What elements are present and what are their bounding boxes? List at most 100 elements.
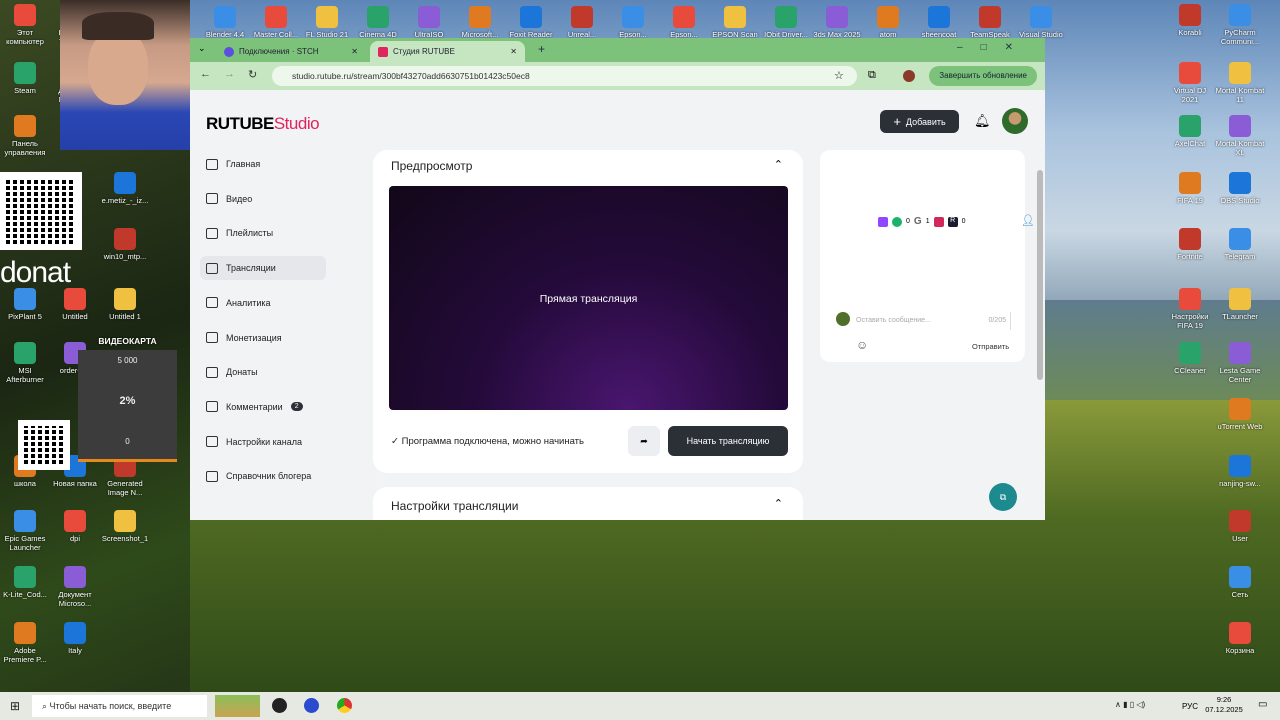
desktop-icon[interactable]: Mortal Kombat 11 — [1215, 62, 1265, 104]
desktop-icon[interactable]: sheencoat — [914, 6, 964, 39]
desktop-icon[interactable]: UltraISO — [404, 6, 454, 39]
page-scrollbar[interactable] — [1037, 170, 1043, 380]
update-button[interactable]: Завершить обновление — [929, 66, 1037, 86]
video-preview[interactable]: Прямая трансляция — [389, 186, 788, 410]
desktop-icon[interactable]: Настройки FIFA 19 — [1165, 288, 1215, 330]
desktop-icon[interactable]: Панель управления — [0, 115, 50, 157]
back-icon[interactable]: ← — [200, 68, 211, 80]
desktop-icon[interactable]: Epson... — [608, 6, 658, 39]
search-box[interactable]: ⌕ Чтобы начать поиск, введите — [32, 695, 207, 717]
sidebar-item[interactable]: Комментарии 2 — [200, 395, 326, 419]
desktop-icon[interactable]: Untitled — [50, 288, 100, 321]
desktop-icon[interactable]: 3ds Max 2025 — [812, 6, 862, 39]
desktop-icon[interactable]: Сеть — [1215, 566, 1265, 599]
sidebar-item[interactable]: Монетизация — [200, 326, 326, 350]
user-avatar[interactable] — [1002, 108, 1028, 134]
extensions-icon[interactable]: ⧉ — [868, 69, 876, 82]
sidebar-item[interactable]: Донаты — [200, 360, 326, 384]
desktop-icon[interactable]: nanjing-sw... — [1215, 455, 1265, 488]
desktop-icon[interactable]: Epic Games Launcher — [0, 510, 50, 552]
add-button[interactable]: + Добавить — [880, 110, 959, 133]
sidebar-item[interactable]: Плейлисты — [200, 221, 326, 245]
chrome-icon[interactable] — [337, 698, 352, 713]
desktop-icon[interactable]: CCleaner — [1165, 342, 1215, 375]
profile-avatar[interactable] — [903, 70, 915, 82]
url-input[interactable]: studio.rutube.ru/stream/300bf43270add663… — [272, 66, 857, 86]
desktop-icon[interactable]: K-Lite_Cod... — [0, 566, 50, 599]
taskbar-app-icon[interactable] — [272, 698, 287, 713]
sidebar-item[interactable]: Справочник блогера — [200, 464, 326, 488]
desktop-icon[interactable]: Telegram — [1215, 228, 1265, 261]
desktop-icon[interactable]: Steam — [0, 62, 50, 95]
sidebar-item[interactable]: Аналитика — [200, 291, 326, 315]
collapse-chevron-icon[interactable]: ⌃ — [774, 497, 783, 510]
desktop-icon[interactable]: Cinema 4D — [353, 6, 403, 39]
desktop-icon[interactable]: Adobe Premiere P... — [0, 622, 50, 664]
emoji-icon[interactable]: ☺ — [856, 338, 868, 352]
desktop-icon[interactable]: EPSON Scan — [710, 6, 760, 39]
tab-search-icon[interactable]: ⌄ — [198, 43, 206, 54]
support-chat-button[interactable]: ⧉ — [989, 483, 1017, 511]
forward-icon[interactable]: → — [224, 68, 235, 80]
desktop-icon[interactable]: Master Coll... — [251, 6, 301, 39]
window-controls[interactable]: –□✕ — [957, 42, 1031, 53]
start-stream-button[interactable]: Начать трансляцию — [668, 426, 788, 456]
notifications-icon[interactable]: ▭ — [1258, 699, 1267, 710]
sidebar-item[interactable]: Настройки канала — [200, 430, 326, 454]
desktop-icon[interactable]: IObit Driver... — [761, 6, 811, 39]
bookmark-star-icon[interactable]: ☆ — [834, 69, 844, 82]
collapse-chevron-icon[interactable]: ⌃ — [774, 158, 783, 171]
desktop-icon[interactable]: Screenshot_1 — [100, 510, 150, 543]
desktop-icon[interactable]: dpi — [50, 510, 100, 543]
tray-icons[interactable]: ∧ ▮ ▯ ◁) — [1115, 700, 1145, 709]
desktop-icon[interactable]: Blender 4.4 — [200, 6, 250, 39]
clock[interactable]: 9:26 07.12.2025 — [1200, 695, 1248, 715]
desktop-icon[interactable]: e.metiz_-_iz... — [100, 172, 150, 205]
desktop-icon[interactable]: PyCharm Communi... — [1215, 4, 1265, 46]
sidebar-item[interactable]: Главная — [200, 152, 326, 176]
desktop-icon[interactable]: Корзина — [1215, 622, 1265, 655]
desktop-icon[interactable]: OBS Studio — [1215, 172, 1265, 205]
share-button[interactable]: ➦ — [628, 426, 660, 456]
viewers-icon[interactable]: 👤︎ — [1021, 214, 1035, 227]
close-icon[interactable]: ✕ — [351, 47, 358, 56]
desktop-icon[interactable]: Italy — [50, 622, 100, 655]
rutube-logo[interactable]: RUTUBEStudio — [206, 114, 320, 134]
reload-icon[interactable]: ↻ — [248, 68, 257, 81]
desktop-icon[interactable]: atom — [863, 6, 913, 39]
desktop-icon[interactable]: win10_mtp... — [100, 228, 150, 261]
desktop-icon[interactable]: Документ Microso... — [50, 566, 100, 608]
desktop-icon[interactable]: Foxit Reader — [506, 6, 556, 39]
desktop-icon[interactable]: Visual Studio — [1016, 6, 1066, 39]
desktop-icon[interactable]: User — [1215, 510, 1265, 543]
desktop-icon[interactable]: TeamSpeak — [965, 6, 1015, 39]
desktop-icon[interactable]: Korabli — [1165, 4, 1215, 37]
desktop-icon[interactable]: Lesta Game Center — [1215, 342, 1265, 384]
weather-widget[interactable] — [215, 695, 260, 717]
sidebar-item[interactable]: Трансляции — [200, 256, 326, 281]
desktop-icon[interactable]: Этот компьютер — [0, 4, 50, 46]
desktop-icon[interactable]: Epson... — [659, 6, 709, 39]
desktop-icon[interactable]: uTorrent Web — [1215, 398, 1265, 431]
send-button[interactable]: Отправить — [972, 342, 1009, 351]
desktop-icon[interactable]: PixPlant 5 — [0, 288, 50, 321]
new-tab-icon[interactable]: + — [538, 42, 545, 56]
desktop-icon[interactable]: FIFA 19 — [1165, 172, 1215, 205]
tab-connections[interactable]: Подключения · STCH ✕ — [216, 41, 366, 62]
desktop-icon[interactable]: Virtual DJ 2021 — [1165, 62, 1215, 104]
bell-icon[interactable]: 🔔︎ — [974, 113, 991, 129]
start-icon[interactable]: ⊞ — [10, 699, 20, 713]
desktop-icon[interactable]: Mortal Kombat XL — [1215, 115, 1265, 157]
sidebar-item[interactable]: Видео — [200, 187, 326, 211]
desktop-icon[interactable]: FL Studio 21 — [302, 6, 352, 39]
taskbar-app-icon[interactable] — [304, 698, 319, 713]
desktop-icon[interactable]: Untitled 1 — [100, 288, 150, 321]
chat-message-input[interactable]: Оставить сообщение... 0/205 — [856, 312, 1011, 330]
desktop-icon[interactable]: TLauncher — [1215, 288, 1265, 321]
desktop-icon[interactable]: AxelChat — [1165, 115, 1215, 148]
close-icon[interactable]: ✕ — [510, 47, 517, 56]
desktop-icon[interactable]: MSI Afterburner — [0, 342, 50, 384]
tab-rutube-studio[interactable]: Студия RUTUBE ✕ — [370, 41, 525, 62]
desktop-icon[interactable]: Fortnite — [1165, 228, 1215, 261]
language-indicator[interactable]: РУС — [1182, 702, 1198, 711]
